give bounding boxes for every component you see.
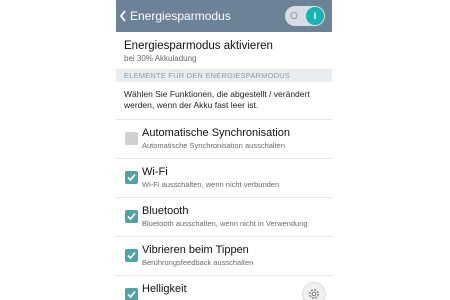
list-item-vibrate[interactable]: Vibrieren beim Tippen Berührungsfeedback… xyxy=(116,237,332,276)
page-title[interactable]: Energiesparmodus xyxy=(130,9,231,23)
toggle-knob: I xyxy=(306,7,324,25)
phone-screen: Energiesparmodus O I Energiesparmodus ak… xyxy=(116,0,332,300)
app-header: Energiesparmodus O I xyxy=(116,0,332,32)
wifi-checkbox[interactable] xyxy=(125,171,138,184)
item-subtitle: Bluetooth ausschalten, wenn nicht in Ver… xyxy=(142,219,308,228)
brightness-checkbox[interactable] xyxy=(125,288,138,300)
item-subtitle: Automatische Synchronisation ausschalten xyxy=(142,141,285,150)
item-title: Vibrieren beim Tippen xyxy=(142,244,249,256)
item-title: Wi-Fi xyxy=(142,166,168,178)
checkmark-icon xyxy=(127,251,136,260)
gear-icon[interactable] xyxy=(302,282,326,300)
list-item-wifi[interactable]: Wi-Fi Wi-Fi ausschalten, wenn nicht verb… xyxy=(116,159,332,198)
chevron-left-icon[interactable] xyxy=(117,0,129,32)
activate-saver-subtitle: bei 30% Akkuladung xyxy=(124,54,197,63)
section-header: ELEMENTE FÜR DEN ENERGIESPARMODUS xyxy=(116,70,332,82)
checkmark-icon xyxy=(127,290,136,299)
list-item-brightness[interactable]: Helligkeit xyxy=(116,276,332,300)
item-title: Bluetooth xyxy=(142,205,189,217)
toggle-off-label: O xyxy=(290,10,298,22)
list-item-bluetooth[interactable]: Bluetooth Bluetooth ausschalten, wenn ni… xyxy=(116,198,332,237)
activate-saver-row[interactable]: Energiesparmodus aktivieren bei 30% Akku… xyxy=(116,32,332,70)
list-item-auto-sync[interactable]: Automatische Synchronisation Automatisch… xyxy=(116,120,332,159)
item-title: Automatische Synchronisation xyxy=(142,127,290,139)
activate-saver-title: Energiesparmodus aktivieren xyxy=(124,40,273,52)
bluetooth-checkbox[interactable] xyxy=(125,210,138,223)
vibrate-checkbox[interactable] xyxy=(125,249,138,262)
checkmark-icon xyxy=(127,173,136,182)
item-title: Helligkeit xyxy=(142,283,187,295)
auto-sync-checkbox[interactable] xyxy=(125,132,138,145)
section-description: Wählen Sie Funktionen, die abgestellt / … xyxy=(116,82,332,120)
item-subtitle: Wi-Fi ausschalten, wenn nicht verbunden xyxy=(142,180,280,189)
checkmark-icon xyxy=(127,212,136,221)
power-saver-toggle[interactable]: O I xyxy=(285,6,325,26)
item-subtitle: Berührungsfeedback ausschalten xyxy=(142,258,254,267)
